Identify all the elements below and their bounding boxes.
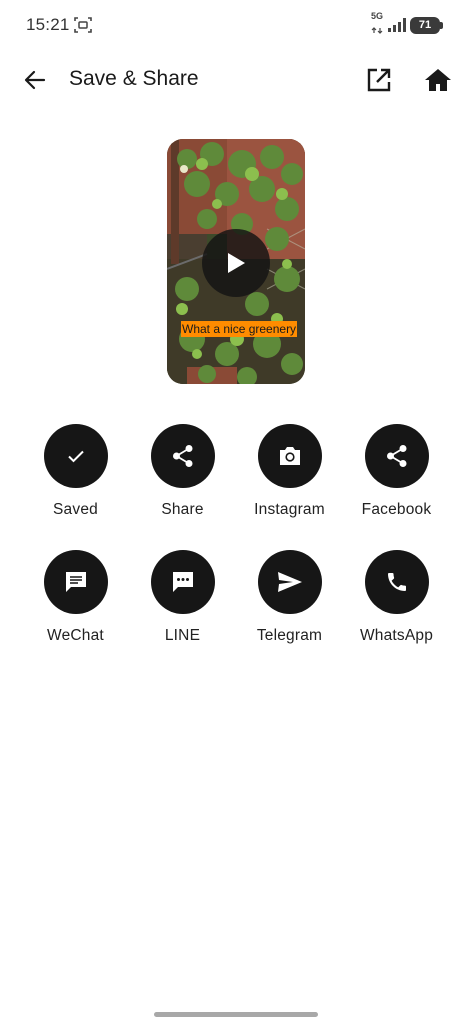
- wechat-label: WeChat: [47, 627, 104, 644]
- check-icon: [67, 450, 84, 463]
- status-indicators: 5G 71: [370, 11, 443, 35]
- status-time: 15:21: [26, 15, 70, 34]
- wechat-button[interactable]: [43, 550, 108, 614]
- share-option[interactable]: Share: [129, 424, 236, 550]
- wechat-option[interactable]: WeChat: [22, 550, 129, 676]
- home-indicator[interactable]: [154, 1012, 318, 1017]
- telegram-button[interactable]: [257, 550, 322, 614]
- share-label: Share: [161, 501, 204, 518]
- signal-strength-icon: [388, 18, 406, 32]
- home-button[interactable]: [422, 65, 454, 95]
- share-icon: [386, 445, 406, 467]
- battery-indicator: 71: [410, 16, 443, 34]
- home-icon: [425, 69, 451, 91]
- facebook-label: Facebook: [361, 501, 432, 518]
- page-title: Save & Share: [69, 67, 199, 90]
- whatsapp-label: WhatsApp: [359, 627, 434, 644]
- whatsapp-option[interactable]: WhatsApp: [343, 550, 450, 676]
- saved-button[interactable]: [43, 424, 108, 488]
- back-button[interactable]: [20, 65, 50, 95]
- line-button[interactable]: [150, 550, 215, 614]
- status-bar: 15:21 5G 71: [0, 0, 472, 50]
- share-row: Saved Share Instagram Facebook: [22, 424, 450, 550]
- line-label: LINE: [164, 627, 201, 644]
- camera-icon: [279, 447, 300, 465]
- video-caption: What a nice greenery: [181, 320, 298, 338]
- network-indicator: 5G: [370, 10, 384, 39]
- telegram-label: Telegram: [256, 627, 323, 644]
- instagram-button[interactable]: [257, 424, 322, 488]
- arrow-left-icon: [24, 70, 46, 90]
- instagram-label: Instagram: [254, 501, 325, 518]
- saved-label: Saved: [53, 501, 98, 518]
- send-icon: [277, 572, 302, 592]
- line-option[interactable]: LINE: [129, 550, 236, 676]
- open-external-icon: [367, 68, 391, 92]
- caption-text: What a nice greenery: [181, 321, 298, 337]
- screen-record-icon: [74, 17, 92, 33]
- chat-lines-icon: [65, 572, 86, 592]
- network-label: 5G: [370, 10, 383, 21]
- chat-dots-icon: [172, 572, 193, 592]
- battery-level: 71: [418, 19, 432, 31]
- share-icon: [172, 445, 192, 467]
- facebook-button[interactable]: [364, 424, 429, 488]
- data-arrows-icon: [371, 26, 383, 34]
- saved-option[interactable]: Saved: [22, 424, 129, 550]
- share-button[interactable]: [150, 424, 215, 488]
- whatsapp-button[interactable]: [364, 550, 429, 614]
- video-preview[interactable]: What a nice greenery: [167, 139, 305, 384]
- play-button[interactable]: [202, 229, 270, 297]
- telegram-option[interactable]: Telegram: [236, 550, 343, 676]
- play-icon: [228, 253, 245, 273]
- share-row: WeChat LINE Telegram WhatsApp: [22, 550, 450, 676]
- instagram-option[interactable]: Instagram: [236, 424, 343, 550]
- share-options-grid: Saved Share Instagram Facebook WeChat LI…: [22, 424, 450, 676]
- phone-icon: [387, 573, 406, 591]
- open-external-button[interactable]: [364, 65, 394, 95]
- facebook-option[interactable]: Facebook: [343, 424, 450, 550]
- app-header: Save & Share: [0, 55, 472, 105]
